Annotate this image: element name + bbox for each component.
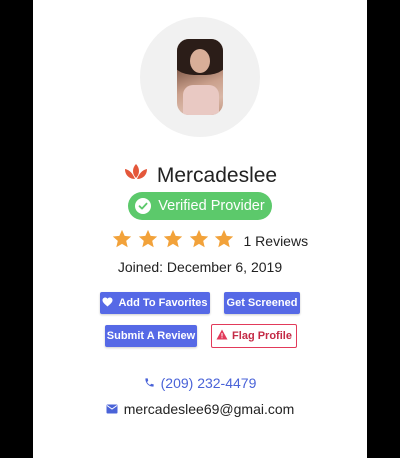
flag-profile-label: Flag Profile [232,330,292,342]
submit-review-button[interactable]: Submit A Review [105,325,197,347]
star-icon [214,229,234,248]
check-circle-icon [135,198,152,214]
star-icon [189,229,208,248]
flag-profile-button[interactable]: Flag Profile [211,324,297,348]
name-row: Mercadeslee [33,162,367,189]
email-row[interactable]: mercadeslee69@gmai.com [33,401,367,417]
star-icon [163,229,183,248]
get-screened-button[interactable]: Get Screened [224,292,300,314]
avatar[interactable] [177,39,223,115]
avatar-frame [140,17,260,137]
reviews-count[interactable]: 1 Reviews [244,233,309,249]
rating: 1 Reviews [111,228,308,250]
profile-card: Mercadeslee Verified Provider 1 Reviews … [33,0,367,458]
phone-row[interactable]: (209) 232-4479 [33,375,367,391]
warning-triangle-icon [216,329,228,343]
lotus-logo-icon [123,162,149,189]
envelope-icon [106,401,118,417]
verified-badge: Verified Provider [128,192,272,220]
joined-date: Joined: December 6, 2019 [117,259,283,275]
email-address[interactable]: mercadeslee69@gmai.com [124,401,295,417]
phone-number[interactable]: (209) 232-4479 [161,375,257,391]
star-icon [112,229,132,248]
verified-badge-label: Verified Provider [158,198,265,214]
get-screened-label: Get Screened [226,297,298,309]
submit-review-label: Submit A Review [106,330,196,342]
add-to-favorites-label: Add To Favorites [118,297,208,309]
provider-name: Mercadeslee [156,163,278,187]
add-to-favorites-button[interactable]: Add To Favorites [100,292,210,314]
star-icon [138,229,157,248]
phone-icon [144,375,155,391]
heart-icon [102,296,113,310]
